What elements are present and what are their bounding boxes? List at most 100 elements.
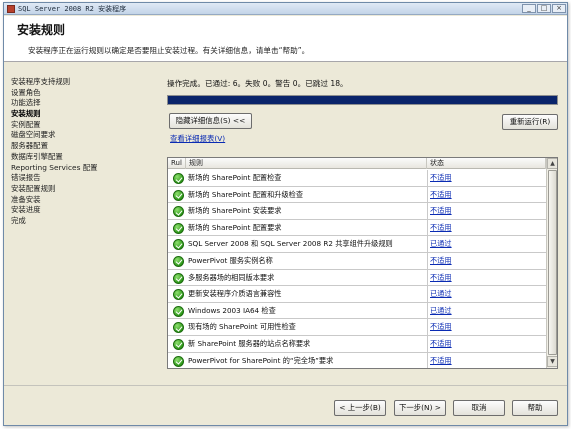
passed-check-icon [173, 355, 184, 367]
rule-name: Windows 2003 IA64 检查 [188, 305, 276, 315]
passed-check-icon [173, 338, 184, 350]
cell-divider [427, 269, 428, 286]
setup-window: SQL Server 2008 R2 安装程序 _ □ × 安装规则 安装程序正… [3, 2, 568, 426]
table-row[interactable]: 新场的 SharePoint 配置检查 不适用 [168, 170, 546, 187]
title-bar[interactable]: SQL Server 2008 R2 安装程序 _ □ × [4, 3, 567, 15]
page-title: 安装规则 [17, 23, 66, 37]
nav-item-2[interactable]: 功能选择 [11, 98, 161, 109]
cell-divider [427, 186, 428, 203]
passed-check-icon [173, 222, 184, 234]
passed-check-icon [173, 206, 184, 218]
column-header-status[interactable]: 状态 [427, 158, 546, 169]
close-icon[interactable]: × [552, 4, 566, 13]
cell-divider [427, 302, 428, 319]
cell-divider [427, 236, 428, 253]
passed-check-icon [173, 289, 184, 301]
cell-divider [427, 219, 428, 236]
operation-status: 操作完成。已通过: 6。失败 0。警告 0。已跳过 18。 [167, 79, 348, 88]
table-row[interactable]: Windows 2003 IA64 检查 已通过 [168, 302, 546, 320]
rule-status-link[interactable]: 不适用 [430, 253, 452, 269]
nav-item-12[interactable]: 安装进度 [11, 205, 161, 216]
table-row[interactable]: 现有场的 SharePoint 可用性检查 不适用 [168, 319, 546, 336]
table-row[interactable]: 多服务器场的相同版本要求 不适用 [168, 269, 546, 287]
rule-status-link[interactable]: 不适用 [430, 270, 452, 286]
rule-status-link[interactable]: 不适用 [430, 319, 452, 335]
nav-item-8[interactable]: Reporting Services 配置 [11, 163, 161, 174]
rules-table: Rul 规则 状态 新场的 SharePoint 配置检查 不适用 新场的 Shar… [167, 157, 558, 369]
window-title: SQL Server 2008 R2 安装程序 [18, 5, 127, 13]
cell-divider [427, 286, 428, 303]
nav-item-3[interactable]: 安装规则 [11, 109, 161, 120]
passed-check-icon [173, 189, 184, 201]
page-description: 安装程序正在运行规则以确定是否要阻止安装过程。有关详细信息，请单击“帮助”。 [28, 46, 310, 55]
nav-item-6[interactable]: 服务器配置 [11, 141, 161, 152]
scroll-thumb[interactable] [548, 170, 557, 355]
column-header-rule[interactable]: 规则 [186, 158, 427, 169]
cell-divider [427, 252, 428, 269]
table-header: Rul 规则 状态 [168, 158, 546, 169]
table-body: 新场的 SharePoint 配置检查 不适用 新场的 SharePoint 配置和… [168, 170, 546, 368]
rule-status-link[interactable]: 已通过 [430, 236, 452, 252]
rule-name: PowerPivot for SharePoint 的“完全场”要求 [188, 355, 334, 365]
rule-status-link[interactable]: 不适用 [430, 336, 452, 352]
help-button[interactable]: 帮助 [512, 400, 558, 416]
table-row[interactable]: 新 SharePoint 服务器的站点名称要求 不适用 [168, 335, 546, 353]
passed-check-icon [173, 272, 184, 284]
progress-bar [167, 95, 558, 105]
nav-item-11[interactable]: 准备安装 [11, 195, 161, 206]
rule-name: 新场的 SharePoint 配置检查 [188, 173, 282, 182]
nav-item-5[interactable]: 磁盘空间要求 [11, 130, 161, 141]
rule-status-link[interactable]: 不适用 [430, 187, 452, 203]
column-header-rul[interactable]: Rul [168, 158, 186, 169]
nav-item-10[interactable]: 安装配置规则 [11, 184, 161, 195]
nav-item-4[interactable]: 实例配置 [11, 120, 161, 131]
cell-divider [427, 170, 428, 186]
rule-status-link[interactable]: 已通过 [430, 303, 452, 319]
table-row[interactable]: PowerPivot 服务实例名称 不适用 [168, 252, 546, 270]
sql-server-app-icon [7, 5, 15, 13]
minimize-icon[interactable]: _ [522, 4, 536, 13]
nav-item-13[interactable]: 完成 [11, 216, 161, 227]
rule-name: 新 SharePoint 服务器的站点名称要求 [188, 338, 311, 348]
passed-check-icon [173, 305, 184, 317]
table-row[interactable]: 新场的 SharePoint 配置和升级检查 不适用 [168, 186, 546, 204]
rule-name: 更新安装程序介质语言兼容性 [188, 289, 282, 299]
table-row[interactable]: PowerPivot for SharePoint 的“完全场”要求 不适用 [168, 352, 546, 368]
rule-status-link[interactable]: 不适用 [430, 170, 452, 186]
scroll-down-icon[interactable]: ▼ [547, 356, 557, 367]
cell-divider [427, 319, 428, 336]
nav-item-7[interactable]: 数据库引擎配置 [11, 152, 161, 163]
maximize-icon[interactable]: □ [537, 4, 551, 13]
rerun-button[interactable]: 重新运行(R) [502, 114, 558, 130]
rule-name: 多服务器场的相同版本要求 [188, 272, 275, 282]
nav-item-9[interactable]: 错误报告 [11, 173, 161, 184]
table-row[interactable]: 新场的 SharePoint 安装要求 不适用 [168, 203, 546, 220]
table-row[interactable]: SQL Server 2008 和 SQL Server 2008 R2 共享组… [168, 236, 546, 253]
rule-status-link[interactable]: 不适用 [430, 203, 452, 219]
rule-name: 现有场的 SharePoint 可用性检查 [188, 322, 296, 332]
cell-divider [427, 352, 428, 368]
rule-name: PowerPivot 服务实例名称 [188, 255, 273, 265]
table-row[interactable]: 新场的 SharePoint 配置要求 不适用 [168, 219, 546, 237]
content-area: 安装程序支持规则 设置角色 功能选择 安装规则 实例配置 磁盘空间要求 服务器配置 数据库引擎… [4, 63, 567, 425]
nav-item-0[interactable]: 安装程序支持规则 [11, 77, 161, 88]
scroll-up-icon[interactable]: ▲ [547, 158, 557, 169]
rule-status-link[interactable]: 不适用 [430, 353, 452, 368]
step-navigation: 安装程序支持规则 设置角色 功能选择 安装规则 实例配置 磁盘空间要求 服务器配置 数据库引擎… [11, 77, 161, 227]
rule-name: 新场的 SharePoint 配置和升级检查 [188, 189, 304, 199]
footer-divider [4, 385, 567, 386]
nav-item-1[interactable]: 设置角色 [11, 88, 161, 99]
rule-status-link[interactable]: 不适用 [430, 220, 452, 236]
rule-status-link[interactable]: 已通过 [430, 286, 452, 302]
rule-name: SQL Server 2008 和 SQL Server 2008 R2 共享组… [188, 239, 393, 249]
view-report-link[interactable]: 查看详细报表(V) [170, 133, 225, 144]
progress-fill [168, 96, 557, 104]
back-button[interactable]: < 上一步(B) [334, 400, 386, 416]
table-row[interactable]: 更新安装程序介质语言兼容性 已通过 [168, 286, 546, 303]
next-button[interactable]: 下一步(N) > [394, 400, 446, 416]
page-header: 安装规则 安装程序正在运行规则以确定是否要阻止安装过程。有关详细信息，请单击“帮… [4, 16, 567, 62]
cancel-button[interactable]: 取消 [453, 400, 505, 416]
table-scrollbar[interactable]: ▲ ▼ [546, 158, 557, 368]
cell-divider [427, 335, 428, 352]
hide-details-button[interactable]: 隐藏详细信息(S) << [169, 113, 252, 129]
